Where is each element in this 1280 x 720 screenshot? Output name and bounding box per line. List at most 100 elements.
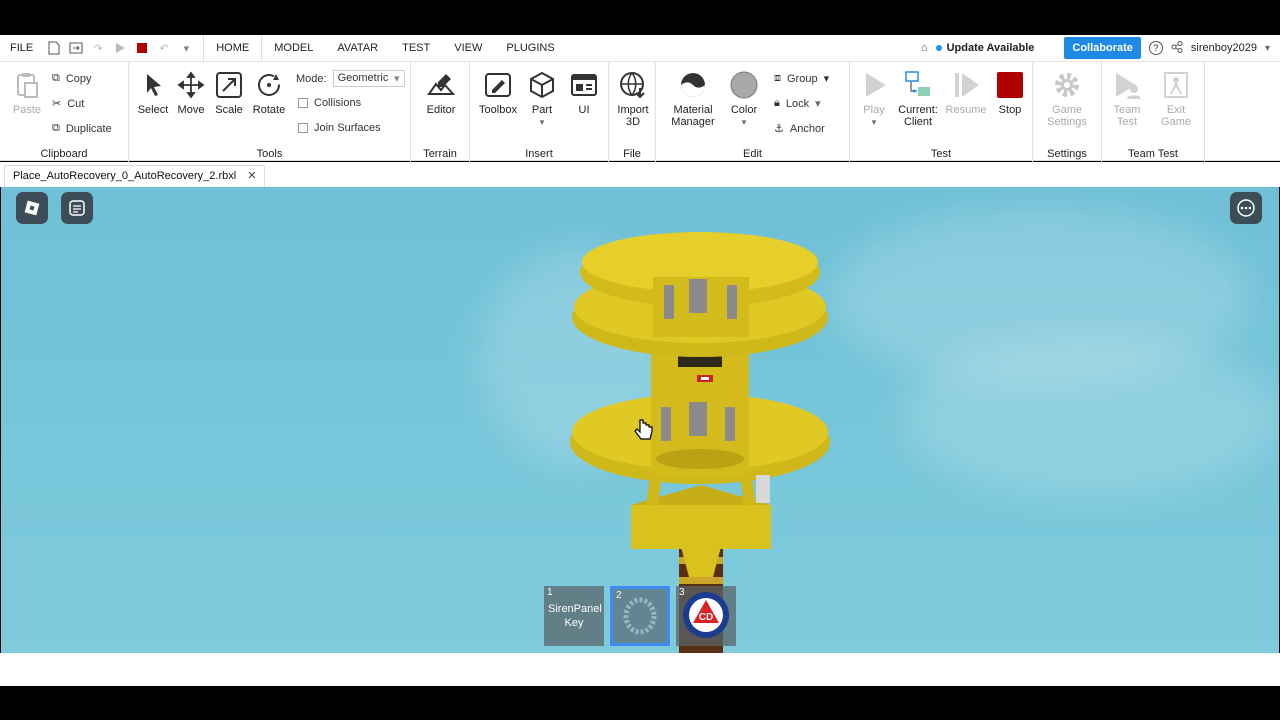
slot-number: 1 bbox=[547, 587, 553, 598]
collapse-ribbon-icon[interactable]: ⌂ bbox=[921, 42, 928, 54]
collisions-checkbox[interactable] bbox=[298, 98, 308, 108]
ui-button[interactable]: UI bbox=[566, 70, 602, 116]
document-tab-label: Place_AutoRecovery_0_AutoRecovery_2.rbxl bbox=[13, 170, 237, 182]
group-icon: ⧈ bbox=[774, 72, 781, 84]
terrain-group: Editor Terrain bbox=[411, 62, 470, 162]
team-test-icon bbox=[1116, 73, 1141, 99]
hotbar-slot-2[interactable]: 2 bbox=[610, 586, 670, 646]
play-quick-icon[interactable] bbox=[109, 35, 131, 61]
gear-icon bbox=[1055, 73, 1079, 97]
new-file-icon[interactable] bbox=[43, 35, 65, 61]
roblox-menu-icon[interactable] bbox=[16, 192, 48, 224]
redo-icon[interactable]: ↷ bbox=[87, 35, 109, 61]
edit-group: Material Manager Color ▾ ⧈ Group ▾ 🔒︎ Lock ▾ … bbox=[656, 62, 850, 162]
tools-label: Tools bbox=[256, 148, 283, 160]
scale-button[interactable]: Scale bbox=[211, 70, 247, 116]
toolbox-button[interactable]: Toolbox bbox=[476, 70, 520, 116]
3d-viewport[interactable]: 1 SirenPanel Key 2 3 CD bbox=[1, 187, 1279, 653]
scale-icon bbox=[216, 72, 242, 98]
move-icon bbox=[177, 71, 205, 99]
menu-bar: FILE ↷ ↶ ▾ HOME MODEL AVATAR TEST VIEW P… bbox=[0, 35, 1280, 61]
hotbar-slot-1[interactable]: 1 SirenPanel Key bbox=[544, 586, 604, 646]
exit-game-icon bbox=[1164, 72, 1188, 98]
material-manager-button[interactable]: Material Manager bbox=[664, 70, 722, 128]
join-surfaces-toggle[interactable]: Join Surfaces bbox=[298, 122, 381, 134]
file-label: File bbox=[623, 148, 641, 160]
clipboard-label: Clipboard bbox=[40, 148, 88, 160]
username[interactable]: sirenboy2029 bbox=[1191, 42, 1257, 54]
tab-home[interactable]: HOME bbox=[203, 35, 263, 61]
exit-game-button[interactable]: Exit Game bbox=[1156, 70, 1196, 128]
cut-button[interactable]: ✂ Cut bbox=[52, 97, 84, 111]
cloud bbox=[901, 337, 1279, 497]
join-surfaces-checkbox[interactable] bbox=[298, 123, 308, 133]
terrain-label: Terrain bbox=[423, 148, 457, 160]
lock-button[interactable]: 🔒︎ Lock ▾ bbox=[774, 97, 821, 110]
share-icon[interactable] bbox=[1171, 40, 1183, 56]
team-test-group: Team Test Exit Game Team Test bbox=[1102, 62, 1205, 162]
color-dropdown-icon: ▾ bbox=[741, 117, 747, 127]
hand-cursor-icon bbox=[634, 419, 653, 440]
publish-icon[interactable] bbox=[65, 35, 87, 61]
current-client-button[interactable]: Current: Client bbox=[894, 70, 942, 128]
terrain-editor-button[interactable]: Editor bbox=[421, 70, 461, 116]
resume-icon bbox=[955, 73, 979, 97]
rotate-button[interactable]: Rotate bbox=[250, 70, 288, 116]
color-button[interactable]: Color ▾ bbox=[725, 70, 763, 128]
quick-access-dropdown-icon[interactable]: ▾ bbox=[175, 35, 197, 61]
game-settings-button[interactable]: Game Settings bbox=[1041, 70, 1093, 128]
select-button[interactable]: Select bbox=[135, 70, 171, 116]
paste-button[interactable]: Paste bbox=[8, 70, 46, 116]
more-options-icon[interactable] bbox=[1230, 192, 1262, 224]
chat-icon[interactable] bbox=[61, 192, 93, 224]
undo-icon[interactable]: ↶ bbox=[153, 35, 175, 61]
resume-button[interactable]: Resume bbox=[944, 70, 988, 116]
paste-icon bbox=[17, 73, 38, 98]
mode-select[interactable]: Geometric ▾ bbox=[332, 70, 405, 87]
close-tab-icon[interactable]: ✕ bbox=[247, 170, 256, 182]
toolbox-icon bbox=[485, 73, 511, 97]
tab-view[interactable]: VIEW bbox=[442, 35, 494, 61]
move-button[interactable]: Move bbox=[173, 70, 209, 116]
copy-button[interactable]: ⧉ Copy bbox=[52, 72, 92, 85]
tab-model[interactable]: MODEL bbox=[262, 35, 325, 61]
stop-quick-icon[interactable] bbox=[131, 35, 153, 61]
tab-avatar[interactable]: AVATAR bbox=[325, 35, 390, 61]
lock-dropdown-icon: ▾ bbox=[815, 98, 821, 110]
copy-icon: ⧉ bbox=[52, 72, 60, 84]
settings-label: Settings bbox=[1047, 148, 1087, 160]
test-label: Test bbox=[930, 148, 952, 160]
part-button[interactable]: Part ▾ bbox=[524, 70, 560, 128]
stop-button[interactable]: Stop bbox=[992, 70, 1028, 116]
slot-label: SirenPanel Key bbox=[548, 603, 602, 629]
anchor-button[interactable]: ⚓︎ Anchor bbox=[774, 122, 825, 136]
account-dropdown-icon[interactable]: ▾ bbox=[1265, 43, 1270, 54]
import-3d-button[interactable]: Import 3D bbox=[613, 70, 653, 128]
duplicate-icon: ⧉ bbox=[52, 122, 60, 134]
stop-icon bbox=[997, 72, 1023, 98]
ui-icon bbox=[571, 74, 597, 96]
hotbar-slot-3[interactable]: 3 CD bbox=[676, 586, 736, 646]
coil-tool-icon bbox=[623, 597, 657, 635]
mode-dropdown-icon: ▾ bbox=[394, 73, 400, 85]
tab-test[interactable]: TEST bbox=[390, 35, 442, 61]
duplicate-button[interactable]: ⧉ Duplicate bbox=[52, 122, 112, 135]
insert-label: Insert bbox=[525, 148, 553, 160]
play-button[interactable]: Play ▾ bbox=[856, 70, 892, 128]
help-icon[interactable]: ? bbox=[1148, 41, 1163, 55]
collisions-toggle[interactable]: Collisions bbox=[298, 97, 361, 109]
group-button[interactable]: ⧈ Group ▾ bbox=[774, 72, 829, 85]
mode-row: Mode: Geometric ▾ bbox=[296, 70, 405, 87]
play-dropdown-icon: ▾ bbox=[871, 117, 877, 127]
update-label: Update Available bbox=[946, 42, 1035, 54]
collaborate-button[interactable]: Collaborate bbox=[1064, 37, 1141, 59]
status-bar bbox=[0, 653, 1280, 686]
tab-plugins[interactable]: PLUGINS bbox=[494, 35, 566, 61]
play-icon bbox=[866, 73, 886, 97]
file-menu[interactable]: FILE bbox=[0, 35, 43, 61]
document-tab[interactable]: Place_AutoRecovery_0_AutoRecovery_2.rbxl… bbox=[4, 165, 266, 187]
update-available[interactable]: Update Available bbox=[935, 42, 1035, 54]
edit-label: Edit bbox=[743, 148, 762, 160]
team-test-button[interactable]: Team Test bbox=[1108, 70, 1146, 128]
test-group: Play ▾ Current: Client Resume Stop Test bbox=[850, 62, 1033, 162]
